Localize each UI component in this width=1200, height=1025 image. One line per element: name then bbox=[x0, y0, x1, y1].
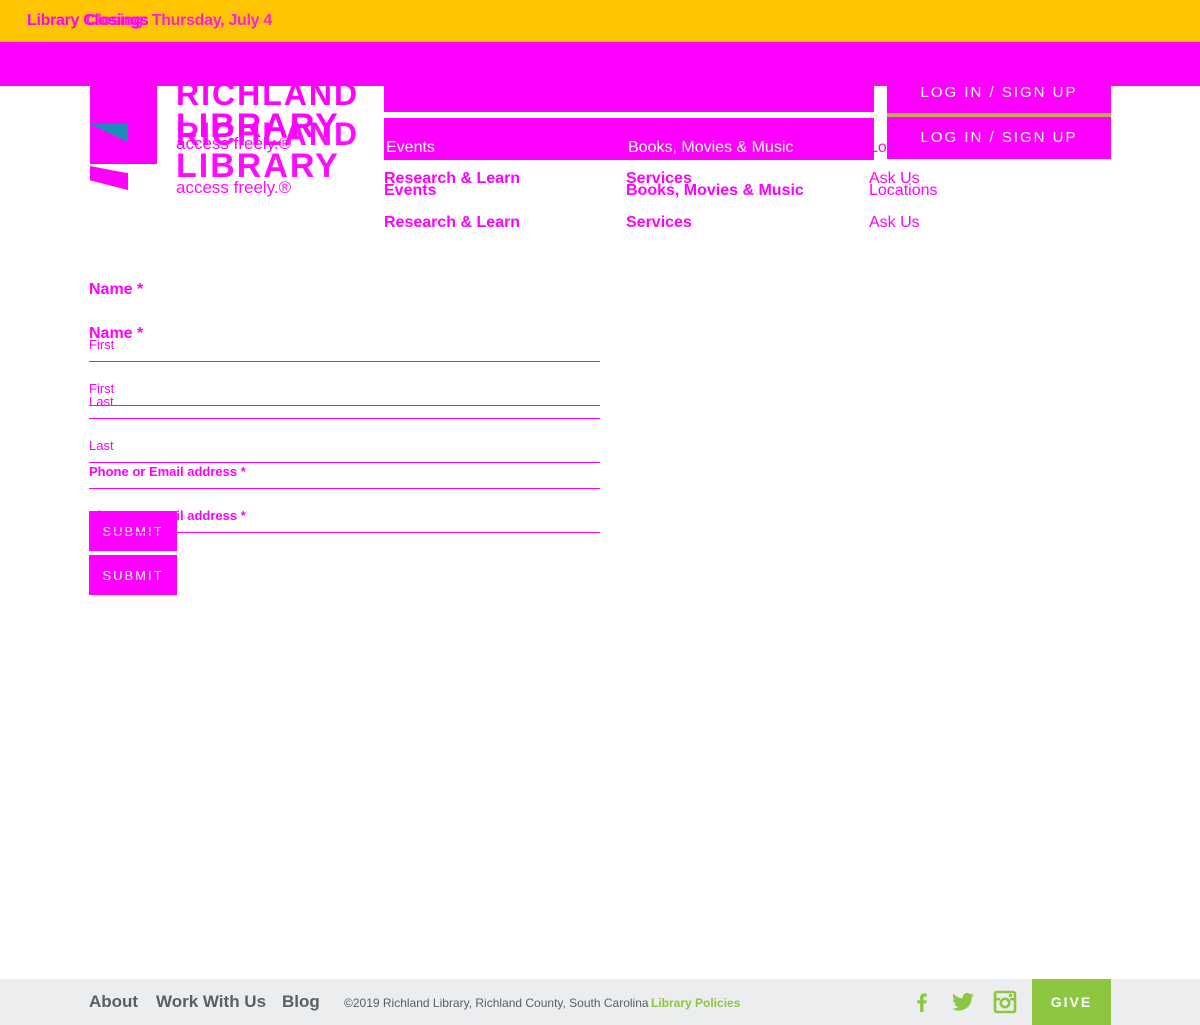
first-name-underline-duplicate bbox=[89, 405, 600, 406]
give-button[interactable]: GIVE bbox=[1032, 979, 1111, 1025]
first-name-input[interactable] bbox=[89, 341, 600, 361]
contact-underline-duplicate bbox=[89, 532, 600, 533]
first-label-duplicate: First bbox=[89, 381, 115, 396]
nav-events-hidden[interactable]: Events bbox=[386, 139, 435, 157]
submit-button-duplicate[interactable]: SUBMIT bbox=[89, 555, 177, 595]
nav-services-duplicate[interactable]: Services bbox=[626, 214, 692, 232]
contact-underline bbox=[89, 488, 600, 489]
footer-link-about[interactable]: About bbox=[89, 992, 138, 1012]
alert-text-date[interactable]: Closing: Thursday, July 4 bbox=[86, 12, 272, 30]
nav-locations-hidden[interactable]: Locations bbox=[869, 139, 938, 157]
first-name-underline bbox=[89, 361, 600, 362]
name-label: Name * bbox=[89, 281, 144, 298]
search-bar[interactable] bbox=[384, 86, 874, 112]
name-label-duplicate: Name * bbox=[89, 325, 144, 342]
twitter-icon[interactable] bbox=[951, 990, 975, 1014]
last-name-underline-duplicate bbox=[89, 462, 600, 463]
contact-input[interactable] bbox=[89, 468, 600, 488]
footer-link-work[interactable]: Work With Us bbox=[156, 992, 266, 1012]
copyright: ©2019 Richland Library, Richland County,… bbox=[344, 996, 649, 1010]
nav-locations[interactable]: Locations bbox=[869, 182, 938, 200]
facebook-icon[interactable] bbox=[910, 990, 934, 1014]
nav-books-hidden[interactable]: Books, Movies & Music bbox=[628, 139, 793, 157]
footer-link-policies[interactable]: Library Policies bbox=[651, 996, 740, 1010]
nav-books[interactable]: Books, Movies & Music bbox=[626, 182, 804, 200]
nav-research-duplicate[interactable]: Research & Learn bbox=[384, 214, 520, 232]
nav-events[interactable]: Events bbox=[384, 182, 436, 200]
nav-ask-duplicate[interactable]: Ask Us bbox=[869, 214, 920, 232]
logo-tagline-duplicate: access freely.® bbox=[176, 178, 292, 197]
logo-wordmark-duplicate: RICHLAND LIBRARY bbox=[176, 118, 359, 183]
instagram-icon[interactable] bbox=[993, 990, 1017, 1014]
alert-bar: Library Closings Closing: Thursday, July… bbox=[0, 0, 1200, 42]
footer-link-blog[interactable]: Blog bbox=[282, 992, 320, 1012]
last-name-underline bbox=[89, 418, 600, 419]
logo-duplicate[interactable]: RICHLAND LIBRARY access freely.® bbox=[90, 118, 357, 240]
footer: About Work With Us Blog ©2019 Richland L… bbox=[0, 979, 1200, 1025]
last-name-input[interactable] bbox=[89, 398, 600, 418]
contact-label-duplicate: Phone or Email address * bbox=[89, 508, 246, 523]
login-button[interactable]: LOG IN / SIGN UP bbox=[887, 72, 1111, 114]
last-label-duplicate: Last bbox=[89, 438, 114, 453]
